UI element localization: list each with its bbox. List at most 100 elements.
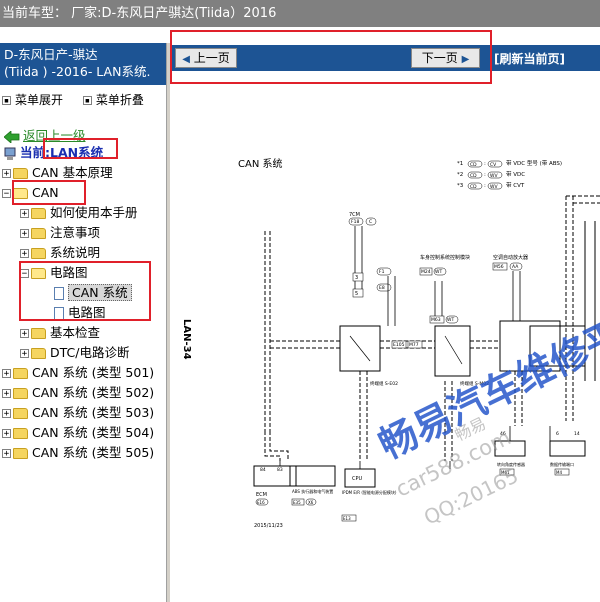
tree-item-wiring[interactable]: − 电路图 bbox=[20, 263, 88, 282]
back-link-label: 返回上一级 bbox=[23, 128, 86, 143]
tree-item-can-502[interactable]: + CAN 系统 (类型 502) bbox=[2, 383, 154, 402]
expander-plus-icon[interactable]: + bbox=[2, 169, 11, 179]
svg-text:C: C bbox=[369, 219, 372, 225]
top-bar-text: 当前车型： 厂家:D-东风日产骐达(Tiida）2016 bbox=[2, 6, 277, 21]
refresh-page-link[interactable]: [刷新当前页] bbox=[494, 50, 565, 67]
tree-item-can-501[interactable]: + CAN 系统 (类型 501) bbox=[2, 363, 154, 382]
tree-item-can-503[interactable]: + CAN 系统 (类型 503) bbox=[2, 403, 154, 422]
tree-item-label: 基本检查 bbox=[50, 325, 101, 340]
folder-icon bbox=[31, 328, 46, 339]
expander-plus-icon[interactable]: + bbox=[20, 349, 29, 359]
expander-plus-icon[interactable]: + bbox=[2, 429, 11, 439]
svg-text:*1: *1 bbox=[457, 161, 463, 167]
current-label: 当前: bbox=[20, 145, 50, 160]
tree-item-wiring-doc[interactable]: 电路图 bbox=[54, 303, 106, 322]
expander-plus-icon[interactable]: + bbox=[2, 449, 11, 459]
tree-item-can-504[interactable]: + CAN 系统 (类型 504) bbox=[2, 423, 154, 442]
svg-text:带 VDC: 带 VDC bbox=[506, 171, 525, 178]
svg-text:CV: CV bbox=[490, 162, 497, 168]
expand-square-icon: ▪ bbox=[2, 96, 11, 106]
prev-page-button[interactable]: ◀ 上一页 bbox=[175, 48, 237, 68]
tree-item-label: CAN 系统 (类型 504) bbox=[32, 425, 155, 440]
svg-text:CD: CD bbox=[470, 173, 477, 179]
svg-text:CPU: CPU bbox=[352, 476, 363, 482]
tree-item-label: CAN 基本原理 bbox=[32, 165, 113, 180]
tree-item-label: CAN 系统 (类型 505) bbox=[32, 445, 155, 460]
connectors: 7CM F18 C 3 F1 5 E8 车身控制系统控制模块 M24 WT 空调… bbox=[348, 212, 528, 324]
svg-text:6: 6 bbox=[556, 431, 559, 437]
tree-item-label: CAN bbox=[32, 185, 59, 200]
expander-plus-icon[interactable]: + bbox=[2, 369, 11, 379]
svg-text:F18: F18 bbox=[351, 219, 359, 225]
folder-icon bbox=[31, 208, 46, 219]
svg-text:CD: CD bbox=[470, 162, 477, 168]
tree-item-label: CAN 系统 bbox=[68, 284, 132, 301]
svg-text::: : bbox=[484, 172, 486, 178]
svg-text::: : bbox=[484, 161, 486, 167]
svg-text:X6: X6 bbox=[308, 500, 314, 505]
svg-text:带 CVT: 带 CVT bbox=[506, 182, 525, 189]
svg-text:2015/11/23: 2015/11/23 bbox=[254, 523, 283, 529]
svg-text:M4: M4 bbox=[556, 470, 562, 475]
tree-item-manual[interactable]: + 如何使用本手册 bbox=[20, 203, 138, 222]
tree-item-basic-check[interactable]: + 基本检查 bbox=[20, 323, 100, 342]
svg-text:14: 14 bbox=[574, 431, 580, 437]
svg-text:5: 5 bbox=[355, 291, 358, 297]
svg-text::: : bbox=[484, 183, 486, 189]
folder-icon bbox=[13, 388, 28, 399]
tree-item-can[interactable]: − CAN bbox=[2, 183, 59, 202]
expander-plus-icon[interactable]: + bbox=[20, 329, 29, 339]
svg-text:WV: WV bbox=[490, 184, 498, 190]
computer-icon bbox=[4, 147, 16, 160]
tree-item-label: 电路图 bbox=[50, 265, 88, 280]
folder-open-icon bbox=[13, 188, 28, 199]
svg-text:ECM: ECM bbox=[256, 492, 267, 498]
svg-text:84: 84 bbox=[260, 467, 266, 473]
sidebar-title-line2: (Tiida ) -2016- LAN系统. bbox=[4, 64, 151, 79]
tree-item-can-basics[interactable]: + CAN 基本原理 bbox=[2, 163, 113, 182]
next-page-button[interactable]: 下一页 ▶ bbox=[411, 48, 480, 68]
collapse-all-button[interactable]: ▪ 菜单折叠 bbox=[82, 93, 152, 107]
svg-text:CD: CD bbox=[470, 184, 477, 190]
svg-text:M63: M63 bbox=[431, 317, 441, 323]
svg-text:83: 83 bbox=[277, 467, 283, 473]
expander-minus-icon[interactable]: − bbox=[2, 189, 11, 199]
svg-text:WT: WT bbox=[435, 269, 442, 275]
svg-text:IPDM E/R (智能电源分配模块): IPDM E/R (智能电源分配模块) bbox=[342, 489, 397, 495]
tree-item-system-desc[interactable]: + 系统说明 bbox=[20, 243, 100, 262]
svg-text:数据传输端口: 数据传输端口 bbox=[550, 461, 574, 467]
folder-icon bbox=[13, 168, 28, 179]
expander-plus-icon[interactable]: + bbox=[20, 209, 29, 219]
svg-text:7CM: 7CM bbox=[349, 212, 360, 218]
expander-plus-icon[interactable]: + bbox=[2, 389, 11, 399]
expander-plus-icon[interactable]: + bbox=[20, 249, 29, 259]
legend: *1 CD : CV 带 VDC 型号 (带 ABS) *2 CD : WV 带… bbox=[457, 159, 562, 190]
tree-item-can-system-selected[interactable]: CAN 系统 bbox=[54, 283, 132, 302]
diagram-title: CAN 系统 bbox=[238, 157, 282, 170]
back-arrow-icon bbox=[3, 129, 20, 144]
folder-icon bbox=[31, 228, 46, 239]
svg-text:E105: E105 bbox=[393, 342, 405, 348]
folder-icon bbox=[31, 248, 46, 259]
svg-text:E35: E35 bbox=[293, 500, 301, 505]
expander-minus-icon[interactable]: − bbox=[20, 269, 29, 279]
tree-item-label: 电路图 bbox=[68, 305, 106, 320]
svg-text:WT: WT bbox=[447, 317, 454, 323]
svg-text:*2: *2 bbox=[457, 172, 463, 178]
folder-icon bbox=[13, 368, 28, 379]
tree-item-precautions[interactable]: + 注意事项 bbox=[20, 223, 100, 242]
svg-text:F1: F1 bbox=[379, 269, 385, 275]
tree-item-dtc[interactable]: + DTC/电路诊断 bbox=[20, 343, 129, 362]
expander-plus-icon[interactable]: + bbox=[20, 229, 29, 239]
svg-text:车身控制系统控制模块: 车身控制系统控制模块 bbox=[420, 254, 470, 261]
svg-text:AA: AA bbox=[512, 264, 519, 270]
expand-all-button[interactable]: ▪ 菜单展开 bbox=[2, 93, 71, 107]
tree-item-can-505[interactable]: + CAN 系统 (类型 505) bbox=[2, 443, 154, 462]
svg-text:空调自动放大器: 空调自动放大器 bbox=[493, 254, 528, 261]
tree-item-label: CAN 系统 (类型 503) bbox=[32, 405, 155, 420]
document-icon bbox=[54, 287, 64, 300]
expander-plus-icon[interactable]: + bbox=[2, 409, 11, 419]
prev-page-label: 上一页 bbox=[193, 51, 230, 65]
svg-text:*3: *3 bbox=[457, 183, 464, 189]
collapse-square-icon: ▪ bbox=[82, 96, 92, 106]
